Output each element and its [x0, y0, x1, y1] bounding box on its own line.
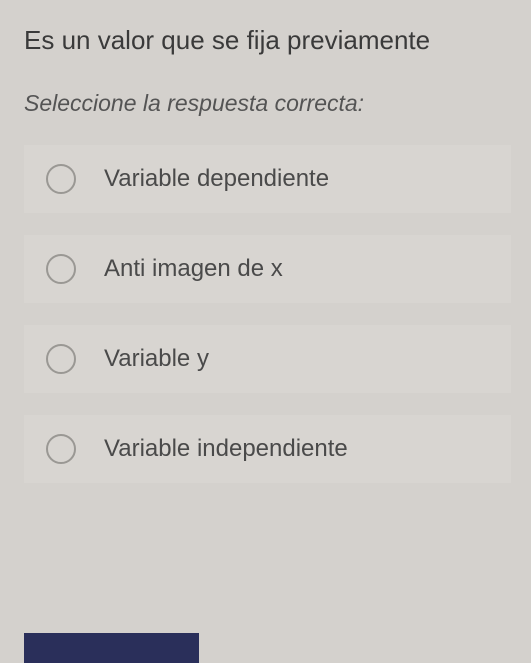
question-instruction: Seleccione la respuesta correcta:	[24, 90, 511, 117]
option-label: Variable dependiente	[104, 165, 329, 193]
options-list: Variable dependiente Anti imagen de x Va…	[24, 145, 511, 483]
option-label: Anti imagen de x	[104, 255, 283, 283]
radio-icon	[46, 254, 76, 284]
option-label: Variable y	[104, 345, 209, 373]
radio-icon	[46, 164, 76, 194]
question-text: Es un valor que se fija previamente	[24, 24, 511, 58]
option-2[interactable]: Variable y	[24, 325, 511, 393]
radio-icon	[46, 434, 76, 464]
option-1[interactable]: Anti imagen de x	[24, 235, 511, 303]
radio-icon	[46, 344, 76, 374]
option-3[interactable]: Variable independiente	[24, 415, 511, 483]
submit-button[interactable]	[24, 633, 199, 663]
option-label: Variable independiente	[104, 435, 348, 463]
option-0[interactable]: Variable dependiente	[24, 145, 511, 213]
